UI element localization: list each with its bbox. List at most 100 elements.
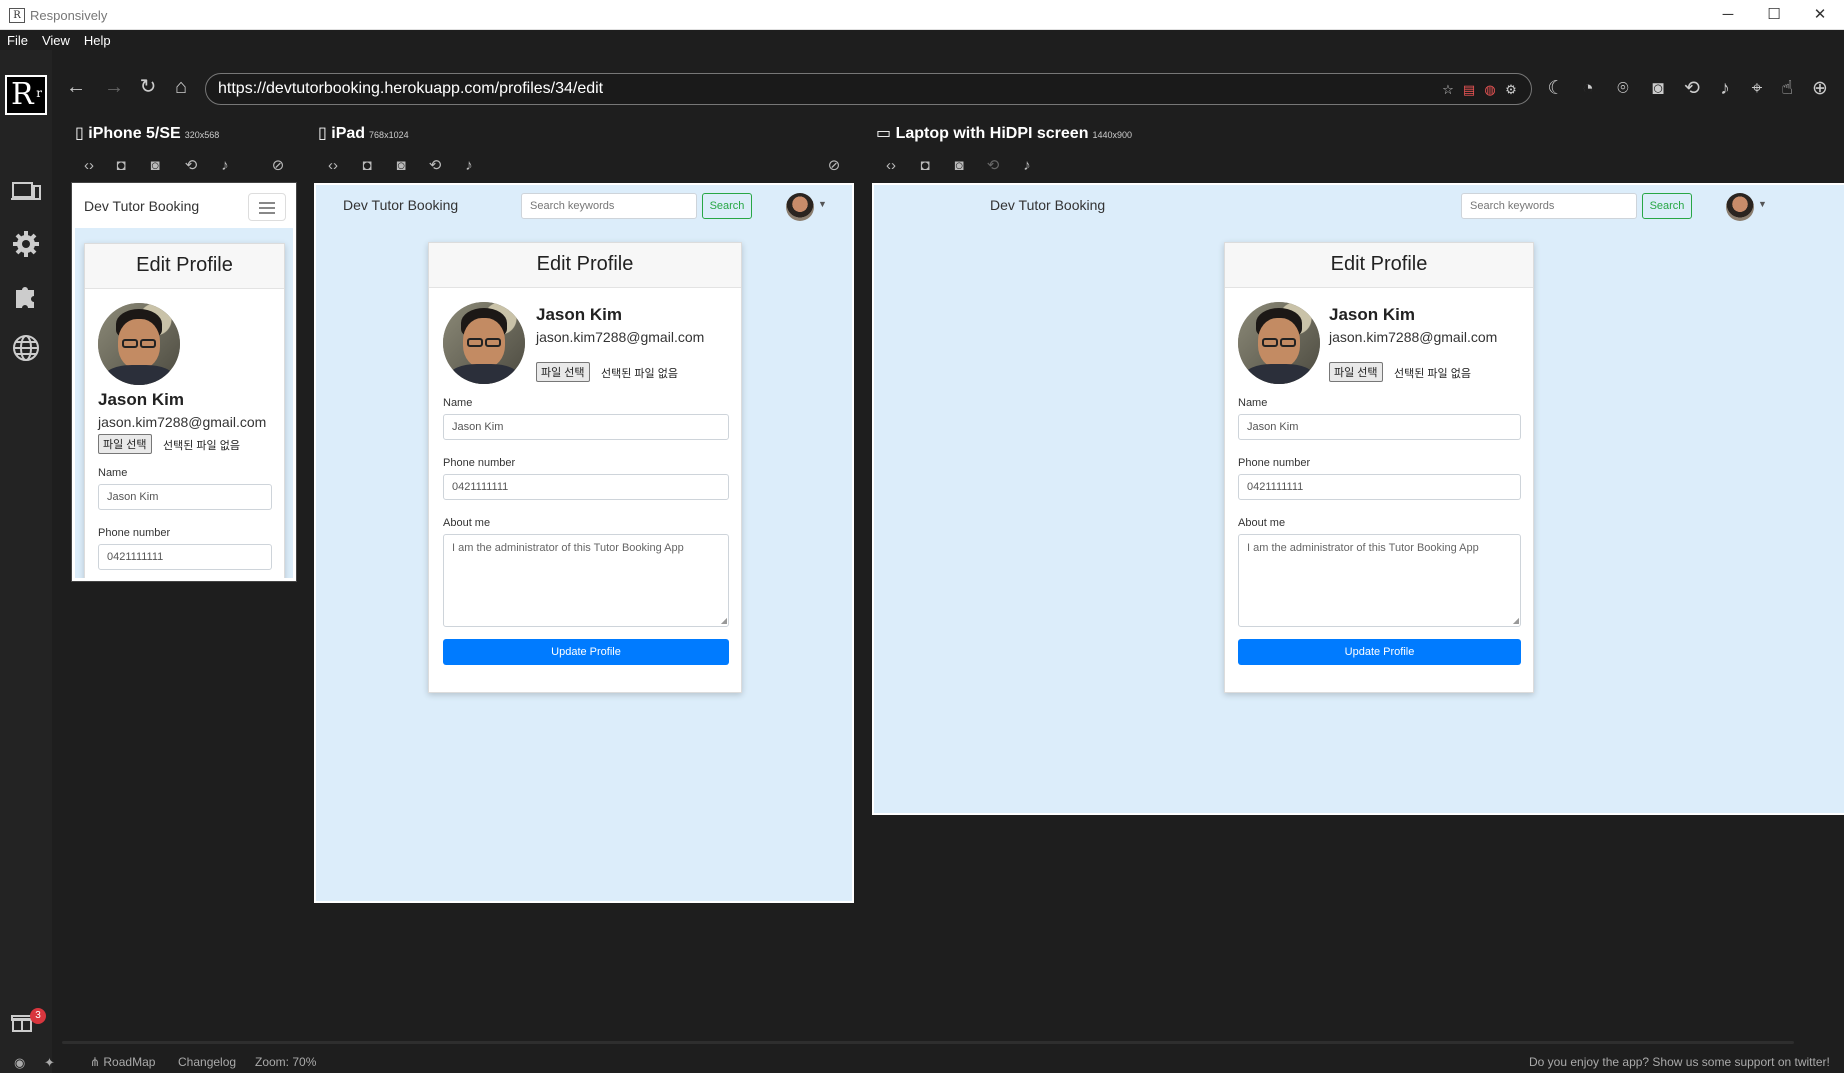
- speaker-icon[interactable]: ♪: [459, 156, 479, 176]
- phone-label: Phone number: [98, 527, 171, 539]
- file-choose-button[interactable]: 파일 선택: [536, 362, 590, 382]
- resize-grip-icon[interactable]: ◢: [1513, 617, 1519, 625]
- site-navbar: Dev Tutor Booking Search keywords Search…: [874, 185, 1844, 227]
- camera-icon[interactable]: ◙: [949, 156, 969, 176]
- camera-icon[interactable]: ◙: [391, 156, 411, 176]
- status-bar: ◉ ✦ ⋔ RoadMap Changelog Zoom: 70% Do you…: [14, 1040, 1844, 1073]
- screenshot-icon[interactable]: ◘: [111, 156, 131, 176]
- resize-grip-icon[interactable]: ◢: [721, 617, 727, 625]
- hamburger-menu-icon[interactable]: [248, 193, 286, 221]
- search-button[interactable]: Search: [1642, 193, 1692, 219]
- support-message[interactable]: Do you enjoy the app? Show us some suppo…: [1529, 1055, 1830, 1069]
- dark-mode-moon-icon[interactable]: ☾: [1543, 76, 1569, 102]
- menu-file[interactable]: File: [0, 30, 35, 48]
- mute-audio-icon[interactable]: ♪: [1712, 76, 1738, 102]
- update-profile-button[interactable]: Update Profile: [1238, 639, 1521, 665]
- chevron-down-icon[interactable]: ▼: [1758, 199, 1767, 209]
- user-email: jason.kim7288@gmail.com: [536, 329, 705, 345]
- maximize-button[interactable]: ☐: [1752, 4, 1796, 26]
- zoom-in-icon[interactable]: ⊕: [1807, 76, 1833, 102]
- github-icon[interactable]: ◉: [14, 1055, 25, 1071]
- update-profile-button[interactable]: Update Profile: [443, 639, 729, 665]
- phone-label: Phone number: [443, 457, 516, 469]
- home-icon[interactable]: ⌂: [169, 76, 193, 100]
- user-avatar[interactable]: [786, 193, 814, 221]
- device-dims: 1440x900: [1092, 130, 1133, 140]
- search-input[interactable]: Search keywords: [1461, 193, 1637, 219]
- touch-hand-icon[interactable]: ☝: [1774, 76, 1800, 102]
- edit-profile-card: Edit Profile Jason Kim jason.kim7288@gma…: [428, 242, 742, 693]
- settings-gear-icon[interactable]: [10, 228, 42, 260]
- devices-icon[interactable]: [10, 175, 42, 207]
- disable-sync-icon[interactable]: ⊘: [824, 156, 844, 176]
- name-field[interactable]: Jason Kim: [443, 414, 729, 440]
- notification-badge: 3: [30, 1008, 46, 1024]
- profile-photo: [1238, 302, 1320, 384]
- devtools-code-icon[interactable]: ‹›: [79, 156, 99, 176]
- about-textarea[interactable]: I am the administrator of this Tutor Boo…: [443, 534, 729, 627]
- menu-bar: File View Help: [0, 30, 1844, 50]
- changelog-link[interactable]: Changelog: [178, 1055, 236, 1069]
- idea-bulb-icon[interactable]: ◔: [1575, 76, 1601, 102]
- reload-icon[interactable]: ↻: [136, 76, 160, 100]
- speaker-icon[interactable]: ♪: [1017, 156, 1037, 176]
- minimize-button[interactable]: ─: [1706, 4, 1750, 26]
- device-dims: 320x568: [184, 130, 220, 140]
- back-arrow-icon[interactable]: ←: [64, 76, 88, 100]
- name-field[interactable]: Jason Kim: [98, 484, 272, 510]
- edit-profile-card: Edit Profile Jason Kim jason.kim7288@gma…: [84, 243, 285, 578]
- ipad-viewport: Dev Tutor Booking Search keywords Search…: [314, 183, 854, 903]
- phone-field[interactable]: 0421111111: [98, 544, 272, 570]
- site-brand[interactable]: Dev Tutor Booking: [84, 198, 199, 214]
- network-globe-icon[interactable]: [10, 332, 42, 364]
- phone-field[interactable]: 0421111111: [443, 474, 729, 500]
- about-textarea[interactable]: I am the administrator of this Tutor Boo…: [1238, 534, 1521, 627]
- rotate-icon[interactable]: ⟲: [425, 156, 445, 176]
- iphone-viewport: Dev Tutor Booking Edit Profile Jason Kim…: [71, 182, 297, 582]
- edit-profile-card: Edit Profile Jason Kim jason.kim7288@gma…: [1224, 242, 1534, 693]
- file-choose-button[interactable]: 파일 선택: [1329, 362, 1383, 382]
- user-avatar[interactable]: [1726, 193, 1754, 221]
- user-email: jason.kim7288@gmail.com: [1329, 329, 1498, 345]
- file-status: 선택된 파일 없음: [163, 440, 240, 452]
- card-title: Edit Profile: [85, 244, 284, 289]
- devtools-code-icon[interactable]: ‹›: [881, 156, 901, 176]
- mouse-scroll-icon[interactable]: ⌾: [1610, 76, 1636, 102]
- delete-cookies-icon[interactable]: ◍: [1483, 83, 1497, 97]
- chevron-down-icon[interactable]: ▼: [818, 199, 827, 209]
- site-brand[interactable]: Dev Tutor Booking: [343, 197, 458, 213]
- device-dims: 768x1024: [369, 130, 409, 140]
- twitter-icon[interactable]: ✦: [44, 1055, 55, 1071]
- menu-help[interactable]: Help: [77, 30, 118, 48]
- horizontal-scrollbar[interactable]: [62, 1041, 1794, 1044]
- devtools-code-icon[interactable]: ‹›: [323, 156, 343, 176]
- screenshot-camera-icon[interactable]: ◙: [1645, 76, 1671, 102]
- extensions-puzzle-icon[interactable]: [10, 280, 42, 312]
- close-button[interactable]: ✕: [1798, 4, 1842, 26]
- screenshot-icon[interactable]: ◘: [357, 156, 377, 176]
- roadmap-link[interactable]: ⋔ RoadMap: [90, 1055, 155, 1069]
- rotate-icon[interactable]: ⟲: [181, 156, 201, 176]
- name-label: Name: [98, 467, 128, 479]
- forward-arrow-icon[interactable]: →: [102, 76, 126, 100]
- name-field[interactable]: Jason Kim: [1238, 414, 1521, 440]
- menu-view[interactable]: View: [35, 30, 77, 48]
- camera-icon[interactable]: ◙: [145, 156, 165, 176]
- permissions-icon[interactable]: ⚙: [1504, 83, 1518, 97]
- inspect-cursor-icon[interactable]: ⌖: [1744, 76, 1770, 102]
- speaker-icon[interactable]: ♪: [215, 156, 235, 176]
- screenshot-icon[interactable]: ◘: [915, 156, 935, 176]
- disable-sync-icon[interactable]: ⊘: [268, 156, 288, 176]
- rotate-devices-icon[interactable]: ⟲: [1679, 76, 1705, 102]
- bookmark-star-icon[interactable]: ☆: [1441, 83, 1455, 97]
- clear-storage-icon[interactable]: ▤: [1462, 83, 1476, 97]
- file-choose-button[interactable]: 파일 선택: [98, 434, 152, 454]
- about-text: I am the administrator of this Tutor Boo…: [1247, 542, 1479, 554]
- url-input[interactable]: https://devtutorbooking.herokuapp.com/pr…: [218, 80, 603, 98]
- site-brand[interactable]: Dev Tutor Booking: [990, 197, 1105, 213]
- search-button[interactable]: Search: [702, 193, 752, 219]
- rotate-icon[interactable]: ⟲: [983, 156, 1003, 176]
- phone-field[interactable]: 0421111111: [1238, 474, 1521, 500]
- search-input[interactable]: Search keywords: [521, 193, 697, 219]
- address-bar[interactable]: https://devtutorbooking.herokuapp.com/pr…: [205, 73, 1532, 105]
